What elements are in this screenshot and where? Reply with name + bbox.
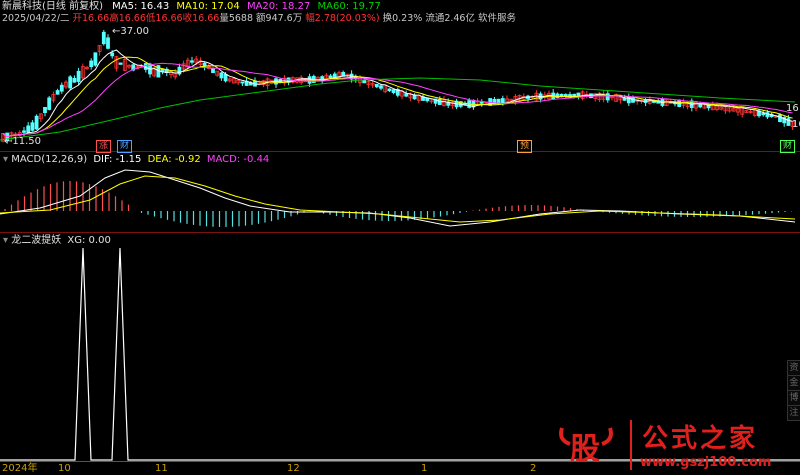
side-button-3[interactable]: 博 — [787, 390, 800, 406]
marker-forecast[interactable]: 预 — [517, 140, 533, 153]
ma60-label: MA60: 19.77 — [317, 1, 381, 12]
ma10-label: MA10: 17.04 — [176, 1, 240, 12]
candle-body — [761, 113, 766, 116]
low-price-value: 11.50 — [12, 136, 42, 147]
candle-body — [106, 37, 110, 49]
candle-body — [101, 31, 106, 45]
header-row-1: 新晨科技(日线 前复权) MA5: 16.43 MA10: 17.04 MA20… — [2, 1, 381, 13]
macd-dif-line — [0, 169, 796, 227]
low-label: 低16.66 — [145, 13, 183, 24]
high-price-value: 37.00 — [120, 26, 150, 37]
macd-chart — [0, 169, 796, 227]
side-button-2[interactable]: 金 — [787, 375, 800, 391]
candle-body — [387, 88, 392, 92]
side-button-4[interactable]: 注 — [787, 405, 800, 421]
watermark-gu: 股 — [570, 432, 600, 467]
candle-body — [374, 83, 379, 88]
signal-collapse-icon[interactable]: ▾ — [3, 235, 8, 246]
axis-label-jan: 1 — [421, 463, 428, 474]
header-row-2: 2025/04/22/二 开16.66高16.66低16.66收16.66量56… — [2, 13, 516, 25]
float-cap-label: 流通2.46亿 — [425, 13, 475, 24]
candle-body — [30, 122, 35, 131]
macd-collapse-icon[interactable]: ▾ — [3, 154, 8, 165]
candle-body — [68, 76, 73, 89]
marker-finance-2[interactable]: 财 — [780, 140, 796, 153]
candle-body — [72, 77, 77, 83]
candle-body — [34, 115, 39, 130]
candle-body — [496, 98, 501, 104]
high-price-label: ←37.00 — [112, 26, 150, 37]
candle-body — [362, 79, 367, 84]
ma-line — [2, 62, 793, 138]
watermark-divider — [630, 420, 632, 470]
ma60-line — [0, 77, 796, 141]
candle-body — [59, 84, 64, 92]
macd-value: MACD: -0.44 — [206, 154, 270, 165]
candle-body — [379, 85, 383, 89]
candle-body — [240, 81, 245, 84]
macd-dif: DIF: -1.15 — [93, 154, 142, 165]
candle-body — [500, 98, 505, 104]
panel-separator — [0, 232, 800, 233]
candle-body — [89, 60, 94, 68]
change-label: 幅2.78(20.03%) — [305, 13, 380, 24]
ma5-label: MA5: 16.43 — [112, 1, 170, 12]
macd-dea-line — [0, 175, 796, 223]
candle-body — [47, 97, 52, 110]
candle-body — [479, 101, 484, 104]
candle-body — [26, 125, 31, 133]
amount-label: 额947.6万 — [256, 13, 303, 24]
candle-body — [778, 114, 782, 123]
marker-finance[interactable]: 财 — [117, 140, 133, 153]
candle-body — [118, 62, 123, 65]
candle-body — [391, 89, 396, 93]
right-price-label-1: 16 — [786, 103, 799, 114]
period-label: (日线 前复权) — [42, 1, 103, 12]
candle-body — [328, 75, 333, 79]
candle-body — [43, 106, 47, 114]
watermark-name: 公式之家 — [642, 424, 759, 454]
chart-canvas[interactable] — [0, 0, 800, 475]
candle-body — [219, 72, 224, 79]
candle-body — [223, 74, 228, 82]
axis-label-oct: 10 — [58, 463, 71, 474]
axis-label-year: 2024年 — [2, 463, 38, 474]
macd-title: MACD(12,26,9) — [11, 154, 88, 165]
low-price-label: ←11.50 — [4, 136, 42, 147]
candle-body — [404, 93, 409, 97]
axis-label-nov: 11 — [155, 463, 168, 474]
stock-name: 新晨科技 — [2, 1, 42, 12]
ma20-label: MA20: 18.27 — [246, 1, 311, 12]
side-button-1[interactable]: 资 — [787, 360, 800, 376]
volume-label: 量5688 — [219, 13, 253, 24]
axis-label-feb: 2 — [530, 463, 537, 474]
open-label: 开16.66 — [72, 13, 110, 24]
signal-title: 龙二波提妖 — [11, 235, 62, 246]
candle-body — [110, 52, 115, 57]
signal-header: ▾ 龙二波提妖 XG: 0.00 — [3, 235, 111, 247]
close-label: 收16.66 — [182, 13, 220, 24]
candle-body — [22, 130, 26, 133]
candle-body — [190, 60, 194, 63]
axis-label-dec: 12 — [287, 463, 300, 474]
candle-body — [55, 90, 60, 95]
date-label: 2025/04/22/二 — [2, 13, 70, 24]
candle-body — [93, 52, 98, 66]
candle-body — [76, 70, 81, 82]
turnover-label: 换0.23% — [382, 13, 423, 24]
macd-header: ▾ MACD(12,26,9) DIF: -1.15 DEA: -0.92 MA… — [3, 154, 269, 166]
sector-label: 软件服务 — [478, 13, 517, 24]
watermark-url: www.gszj100.com — [640, 455, 772, 470]
marker-limit-up[interactable]: 涨 — [96, 140, 112, 153]
signal-xg: XG: 0.00 — [67, 235, 111, 246]
candle-body — [605, 93, 610, 101]
candle-body — [211, 68, 215, 74]
macd-dea: DEA: -0.92 — [147, 154, 201, 165]
high-label: 高16.66 — [109, 13, 146, 24]
right-price-label-2: 16 — [792, 119, 800, 130]
